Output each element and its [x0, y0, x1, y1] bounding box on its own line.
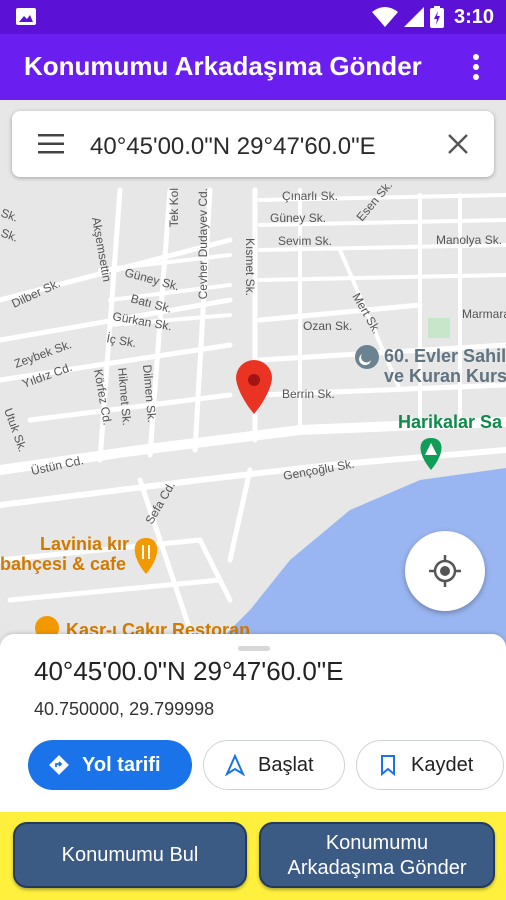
street-label: Cevher Dudayev Cd. [196, 188, 210, 299]
street-label: Hikmet Sk. [115, 367, 134, 426]
street-label: Körfez Cd. [91, 368, 115, 426]
battery-icon [429, 6, 444, 28]
close-icon[interactable] [446, 132, 470, 156]
signal-icon [403, 7, 424, 27]
street-label: Güney Sk. [270, 211, 326, 225]
my-location-button[interactable] [405, 531, 485, 611]
directions-button[interactable]: Yol tarifi [28, 740, 192, 790]
clock: 3:10 [453, 5, 494, 28]
street-label: Manolya Sk. [436, 233, 502, 247]
drag-handle[interactable] [238, 646, 270, 651]
street-label: Sevim Sk. [278, 234, 332, 248]
park-area [428, 318, 450, 338]
send-button-line2: Arkadaşıma Gönder [287, 857, 467, 879]
location-pin-icon[interactable] [236, 360, 272, 414]
place-coordinates: 40.750000, 29.799998 [34, 699, 215, 719]
poi-label-mosque[interactable]: ve Kuran Kursu [384, 366, 506, 386]
street-label: Dilber Sk. [9, 276, 62, 311]
place-title: 40°45'00.0"N 29°47'60.0"E [34, 656, 344, 686]
street-label: Çınarlı Sk. [282, 189, 338, 203]
image-notification-icon [16, 8, 36, 25]
search-input[interactable]: 40°45'00.0"N 29°47'60.0"E [90, 133, 376, 161]
menu-icon[interactable] [38, 133, 64, 155]
send-button-line1: Konumumu [325, 832, 429, 854]
directions-icon [49, 755, 69, 775]
street-label: Marmara [462, 307, 506, 321]
navigation-arrow-icon [225, 754, 245, 776]
save-label: Kaydet [411, 753, 474, 776]
restaurant-marker-icon[interactable] [134, 538, 158, 574]
start-button[interactable]: Başlat [203, 740, 345, 790]
street-label: Utuk Sk. [1, 406, 30, 453]
send-location-button[interactable]: Konumumu Arkadaşıma Gönder [259, 822, 495, 888]
poi-label-park[interactable]: Harikalar Sa [398, 412, 503, 432]
street-label: Akşemsettin [89, 216, 114, 283]
status-bar: 3:10 [0, 0, 506, 34]
app-bar: Konumumu Arkadaşıma Gönder [0, 34, 506, 100]
wifi-icon [371, 7, 398, 27]
more-options-icon[interactable] [464, 52, 488, 82]
street-label: Ozan Sk. [303, 319, 352, 333]
save-button[interactable]: Kaydet [356, 740, 504, 790]
street-label: Berrin Sk. [282, 387, 335, 401]
bottom-action-bar: Konumumu Bul Konumumu Arkadaşıma Gönder [0, 812, 506, 900]
mosque-icon[interactable] [355, 345, 379, 369]
directions-label: Yol tarifi [82, 753, 161, 776]
bookmark-icon [381, 755, 395, 776]
street-label: Gençoğlu Sk. [282, 457, 355, 483]
start-label: Başlat [258, 753, 314, 776]
street-label: Kısmet Sk. [243, 238, 257, 296]
street-label: Güney Sk. [123, 265, 181, 293]
app-title: Konumumu Arkadaşıma Gönder [24, 51, 422, 81]
street-label: Esen Sk. [354, 178, 396, 224]
street-label: Sk. [0, 226, 20, 245]
poi-label-mosque[interactable]: 60. Evler Sahil [384, 346, 506, 366]
street-label: Tek Kol [167, 188, 181, 227]
street-label: Sk. [0, 206, 20, 225]
find-my-location-button[interactable]: Konumumu Bul [13, 822, 247, 888]
crosshair-icon [429, 555, 461, 587]
search-bar[interactable]: 40°45'00.0"N 29°47'60.0"E [12, 111, 494, 177]
place-sheet[interactable]: 40°45'00.0"N 29°47'60.0"E 40.750000, 29.… [0, 634, 506, 812]
poi-label-restaurant[interactable]: bahçesi & cafe [0, 554, 126, 574]
poi-label-restaurant[interactable]: Lavinia kır [40, 534, 129, 554]
